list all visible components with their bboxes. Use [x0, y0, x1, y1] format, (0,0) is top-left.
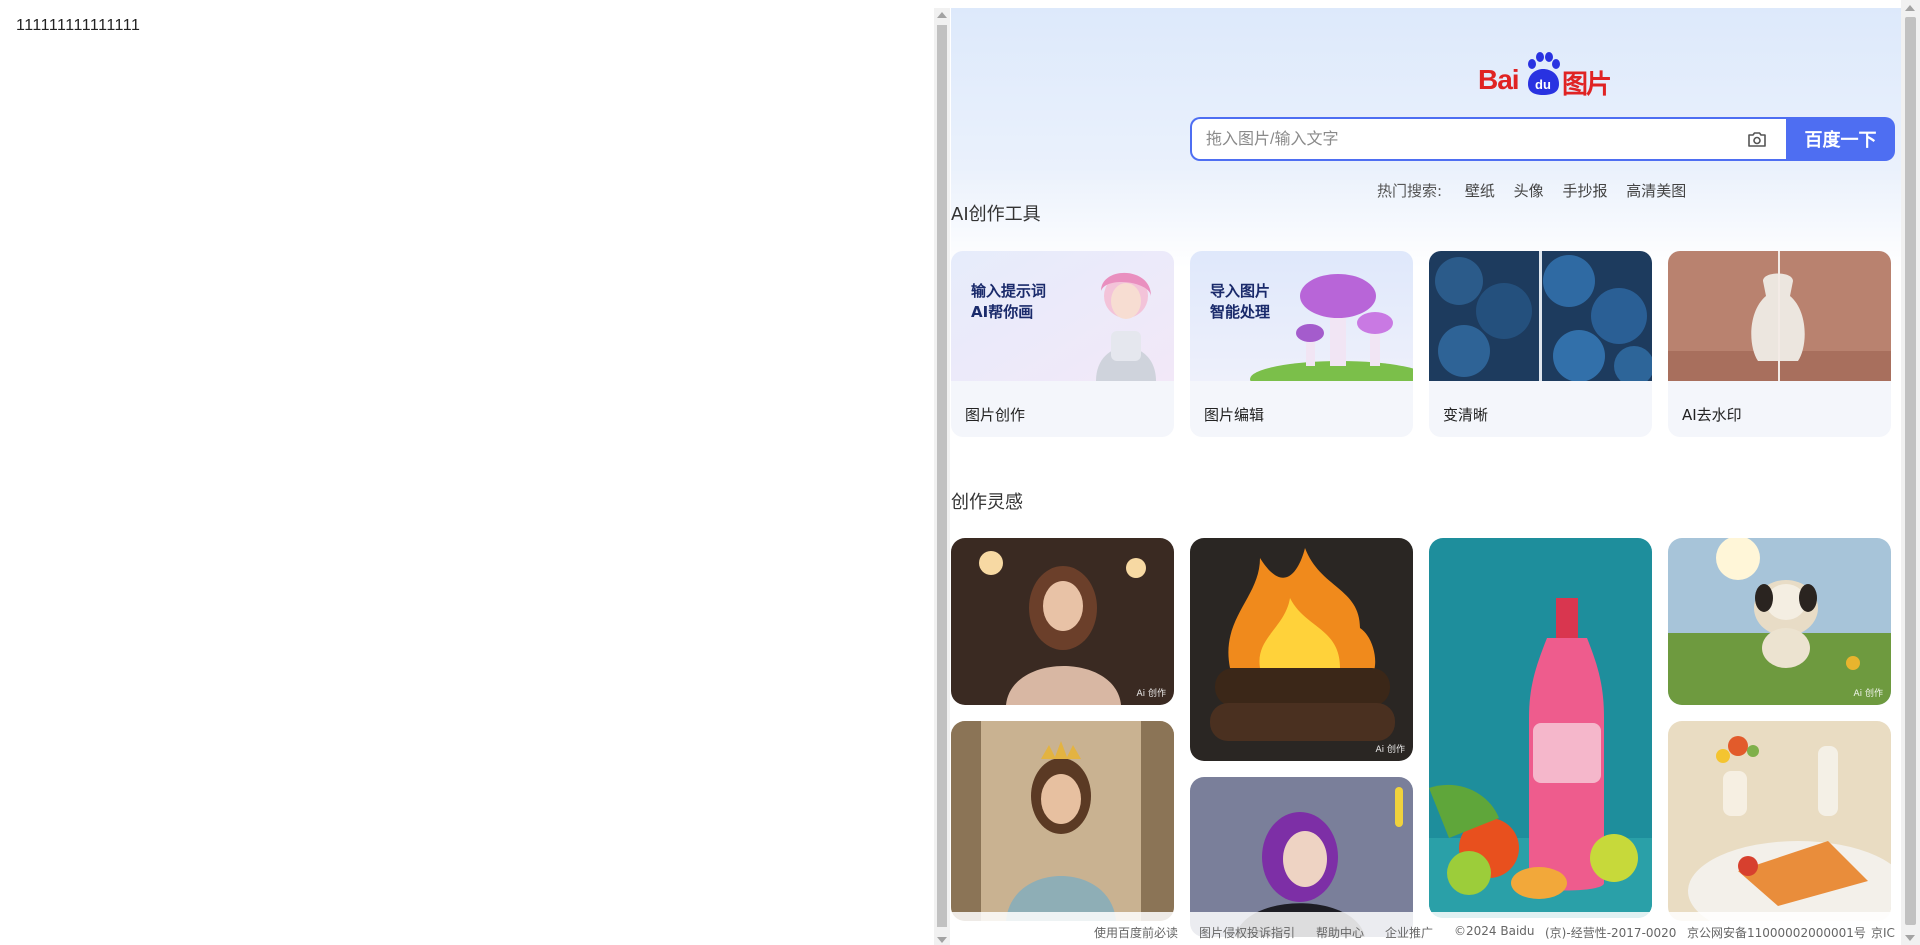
footer-link[interactable]: 企业推广: [1385, 924, 1433, 941]
logo-du-text: du: [1535, 77, 1551, 92]
scrollbar-thumb[interactable]: [937, 25, 947, 927]
footer-license: (京)-经营性-2017-0020: [1545, 926, 1677, 940]
footer-link[interactable]: 帮助中心: [1316, 924, 1364, 941]
search-bar: 百度一下: [1190, 117, 1895, 161]
tool-card-remove-watermark[interactable]: AI去水印: [1668, 251, 1891, 437]
tool-card-label: 图片编辑: [1204, 406, 1265, 424]
inspiration-title: 创作灵感: [951, 492, 1023, 513]
gallery-image: [951, 538, 1174, 705]
tool-card-label: AI去水印: [1682, 406, 1742, 424]
scroll-up-arrow-icon[interactable]: [1905, 5, 1915, 11]
page-scrollbar[interactable]: [1901, 0, 1920, 945]
ai-tools-title: AI创作工具: [951, 204, 1041, 225]
tool-card-label: 图片创作: [965, 406, 1026, 424]
tool-card-image-edit[interactable]: 导入图片 智能处理 图片编辑: [1190, 251, 1413, 437]
footer-link[interactable]: 图片侵权投诉指引: [1199, 924, 1295, 941]
gallery-tile[interactable]: Ai 创作: [1190, 538, 1413, 761]
gallery-tile[interactable]: [1668, 721, 1891, 921]
scroll-down-arrow-icon[interactable]: [937, 937, 947, 943]
footer-link[interactable]: 使用百度前必读: [1094, 924, 1178, 941]
hot-search-item[interactable]: 高清美图: [1626, 180, 1686, 201]
ai-badge: Ai 创作: [1136, 689, 1166, 699]
scroll-down-arrow-icon[interactable]: [1905, 935, 1915, 941]
gallery-tile[interactable]: Ai 创作: [1668, 538, 1891, 705]
enhance-thumbnail: [1429, 251, 1652, 381]
tool-card-label: 变清晰: [1443, 406, 1489, 424]
gallery-tile[interactable]: [1429, 538, 1652, 918]
search-button[interactable]: 百度一下: [1786, 117, 1895, 161]
tool-card-overlay-text: 输入提示词 AI帮你画: [971, 282, 1047, 321]
page-text: 111111111111111: [16, 17, 141, 34]
gallery-image: [1668, 721, 1891, 921]
tool-card-enhance[interactable]: 变清晰: [1429, 251, 1652, 437]
footer-link[interactable]: 京IC: [1871, 924, 1895, 941]
baidu-image-logo[interactable]: Bai du 图片: [1478, 52, 1618, 100]
footer: 使用百度前必读 图片侵权投诉指引 帮助中心 企业推广 ©2024 Baidu (…: [951, 912, 1901, 945]
gallery-tile[interactable]: Ai 创作: [951, 538, 1174, 705]
tool-card-overlay-text: 导入图片 智能处理: [1210, 282, 1271, 321]
ai-badge: Ai 创作: [1853, 689, 1883, 699]
hot-search-item[interactable]: 手抄报: [1562, 180, 1607, 201]
camera-icon[interactable]: [1747, 130, 1767, 148]
search-input[interactable]: [1204, 119, 1728, 161]
gallery-image: [951, 721, 1174, 921]
iframe-scrollbar[interactable]: [934, 8, 950, 945]
scroll-up-arrow-icon[interactable]: [937, 12, 947, 18]
ai-badge: Ai 创作: [1375, 745, 1405, 755]
gallery-image: [1429, 538, 1652, 918]
remove-watermark-thumbnail: [1668, 251, 1891, 381]
hot-search: 热门搜索: 壁纸 头像 手抄报 高清美图: [1377, 180, 1700, 201]
gallery-tile[interactable]: [951, 721, 1174, 921]
hot-search-item[interactable]: 头像: [1514, 180, 1544, 201]
gallery-image: [1190, 538, 1413, 761]
search-box: [1190, 117, 1786, 161]
scrollbar-thumb[interactable]: [1905, 17, 1916, 925]
hot-search-item[interactable]: 壁纸: [1465, 180, 1495, 201]
gallery-image: [1668, 538, 1891, 705]
logo-pic-text: 图片: [1562, 70, 1612, 100]
baidu-paw-icon: du: [1528, 52, 1560, 95]
hot-search-label: 热门搜索:: [1377, 182, 1443, 200]
logo-bai-text: Bai: [1478, 64, 1520, 95]
footer-copyright: ©2024 Baidu: [1454, 924, 1535, 938]
baidu-image-page: Bai du 图片 百度一下 热门搜索: 壁纸 头像 手抄报 高清美图 AI创作…: [951, 8, 1901, 945]
footer-link[interactable]: 京公网安备11000002000001号: [1687, 924, 1866, 941]
tool-card-image-create[interactable]: 输入提示词 AI帮你画 图片创作: [951, 251, 1174, 437]
